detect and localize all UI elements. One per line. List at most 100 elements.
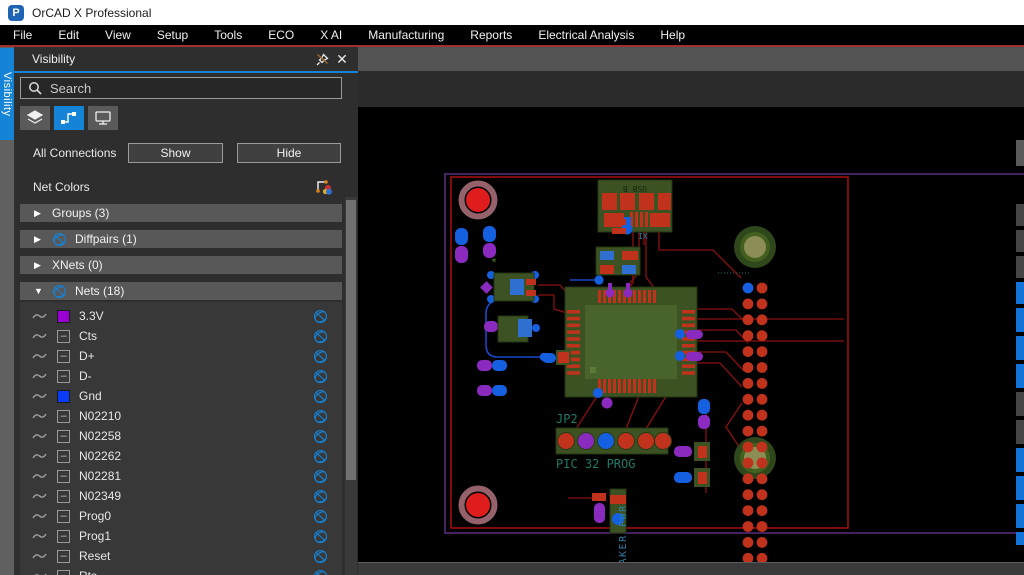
canvas-hscrollbar[interactable] xyxy=(358,562,1024,575)
header-pad[interactable] xyxy=(742,282,754,294)
header-pad[interactable] xyxy=(742,298,754,310)
net-color-swatch[interactable] xyxy=(57,309,70,323)
close-icon[interactable]: ✕ xyxy=(332,50,352,68)
header-pad[interactable] xyxy=(756,378,768,389)
net-row-d-[interactable]: – D- xyxy=(20,366,342,386)
menu-eco[interactable]: ECO xyxy=(255,25,307,45)
net-color-swatch[interactable] xyxy=(57,389,70,403)
resistor[interactable] xyxy=(674,468,710,487)
menu-view[interactable]: View xyxy=(92,25,144,45)
mounting-hole-top-left[interactable] xyxy=(458,180,498,220)
header-pad[interactable] xyxy=(742,314,754,326)
section-diffpairs[interactable]: ▶ Diffpairs (1) xyxy=(20,230,342,248)
resistor[interactable] xyxy=(542,350,571,365)
display-filter-button[interactable] xyxy=(88,106,118,130)
header-pad[interactable] xyxy=(756,409,768,421)
ratsnest-icon[interactable] xyxy=(32,491,48,501)
ratsnest-icon[interactable] xyxy=(32,411,48,421)
ratsnest-icon[interactable] xyxy=(32,451,48,461)
header-pad[interactable] xyxy=(742,346,754,357)
header-pad[interactable] xyxy=(742,409,754,421)
ratsnest-icon[interactable] xyxy=(32,531,48,541)
ratsnest-icon[interactable] xyxy=(32,371,48,381)
net-row-n02258[interactable]: – N02258 xyxy=(20,426,342,446)
menu-electrical-analysis[interactable]: Electrical Analysis xyxy=(525,25,647,45)
ratsnest-icon[interactable] xyxy=(32,351,48,361)
header-pad[interactable] xyxy=(742,457,754,469)
search-input[interactable] xyxy=(50,80,341,96)
menu-help[interactable]: Help xyxy=(647,25,698,45)
net-color-swatch[interactable]: – xyxy=(57,489,70,503)
header-pad[interactable] xyxy=(756,489,768,501)
header-pad[interactable] xyxy=(742,441,754,453)
visibility-dock-tab[interactable]: Visibility xyxy=(0,48,14,140)
menu-edit[interactable]: Edit xyxy=(45,25,92,45)
globe-icon[interactable] xyxy=(313,429,328,444)
chevron-down-icon[interactable]: ▼ xyxy=(34,286,44,296)
ratsnest-icon[interactable] xyxy=(32,331,48,341)
net-row-n02262[interactable]: – N02262 xyxy=(20,446,342,466)
ratsnest-icon[interactable] xyxy=(32,551,48,561)
resistor[interactable] xyxy=(674,442,710,461)
net-color-swatch[interactable]: – xyxy=(57,409,70,423)
menu-setup[interactable]: Setup xyxy=(144,25,201,45)
header-pad[interactable] xyxy=(742,393,754,405)
hide-button[interactable]: Hide xyxy=(237,143,341,163)
net-row-n02281[interactable]: – N02281 xyxy=(20,466,342,486)
net-color-swatch[interactable]: – xyxy=(57,349,70,363)
header-pad[interactable] xyxy=(756,393,768,405)
header-pad[interactable] xyxy=(742,362,754,373)
net-color-swatch[interactable]: – xyxy=(57,529,70,543)
pcb-drawing[interactable]: USB B IX * JP2 PIC 32 PROG MAKER PWR xyxy=(358,47,1024,575)
ratsnest-icon[interactable] xyxy=(32,391,48,401)
capacitor[interactable] xyxy=(477,360,507,371)
menu-file[interactable]: File xyxy=(0,25,45,45)
header-pad[interactable] xyxy=(742,473,754,485)
net-color-swatch[interactable]: – xyxy=(57,449,70,463)
menu-x-ai[interactable]: X AI xyxy=(307,25,355,45)
globe-icon[interactable] xyxy=(313,449,328,464)
ratsnest-icon[interactable] xyxy=(32,311,48,321)
menu-reports[interactable]: Reports xyxy=(457,25,525,45)
net-row-gnd[interactable]: Gnd xyxy=(20,386,342,406)
header-pad[interactable] xyxy=(756,282,768,294)
globe-icon[interactable] xyxy=(313,389,328,404)
header-pad[interactable] xyxy=(742,378,754,389)
unpin-icon[interactable] xyxy=(312,50,332,68)
header-pad[interactable] xyxy=(756,425,768,437)
net-row-n02349[interactable]: – N02349 xyxy=(20,486,342,506)
header-pad[interactable] xyxy=(756,298,768,310)
net-color-swatch[interactable]: – xyxy=(57,469,70,483)
header-pad[interactable] xyxy=(742,537,754,548)
usb-connector[interactable]: USB B xyxy=(597,179,673,235)
section-xnets[interactable]: ▶ XNets (0) xyxy=(20,256,342,274)
net-row-d+[interactable]: – D+ xyxy=(20,346,342,366)
jp2-pad[interactable] xyxy=(637,432,655,450)
globe-icon[interactable] xyxy=(313,569,328,575)
net-row-reset[interactable]: – Reset xyxy=(20,546,342,566)
net-row-3.3v[interactable]: 3.3V xyxy=(20,306,342,326)
net-color-swatch[interactable]: – xyxy=(57,429,70,443)
jp2-pad[interactable] xyxy=(597,432,615,450)
net-row-prog0[interactable]: – Prog0 xyxy=(20,506,342,526)
net-colors-icon[interactable] xyxy=(314,176,334,201)
central-ic[interactable] xyxy=(559,283,703,409)
globe-icon[interactable] xyxy=(313,349,328,364)
menu-manufacturing[interactable]: Manufacturing xyxy=(355,25,457,45)
capacitor[interactable] xyxy=(455,228,468,263)
chevron-right-icon[interactable]: ▶ xyxy=(34,208,44,219)
net-color-swatch[interactable]: – xyxy=(57,569,70,575)
net-row-prog1[interactable]: – Prog1 xyxy=(20,526,342,546)
header-pad[interactable] xyxy=(756,362,768,373)
capacitor[interactable] xyxy=(477,385,507,396)
jp2-pad[interactable] xyxy=(617,432,635,450)
ratsnest-icon[interactable] xyxy=(32,571,48,575)
globe-icon[interactable] xyxy=(313,509,328,524)
net-row-rts[interactable]: – Rts xyxy=(20,566,342,575)
globe-icon[interactable] xyxy=(313,369,328,384)
jp2-connector[interactable]: JP2 PIC 32 PROG xyxy=(555,412,672,471)
component[interactable] xyxy=(595,246,641,276)
ratsnest-icon[interactable] xyxy=(32,511,48,521)
show-button[interactable]: Show xyxy=(128,143,223,163)
header-pad[interactable] xyxy=(742,489,754,501)
